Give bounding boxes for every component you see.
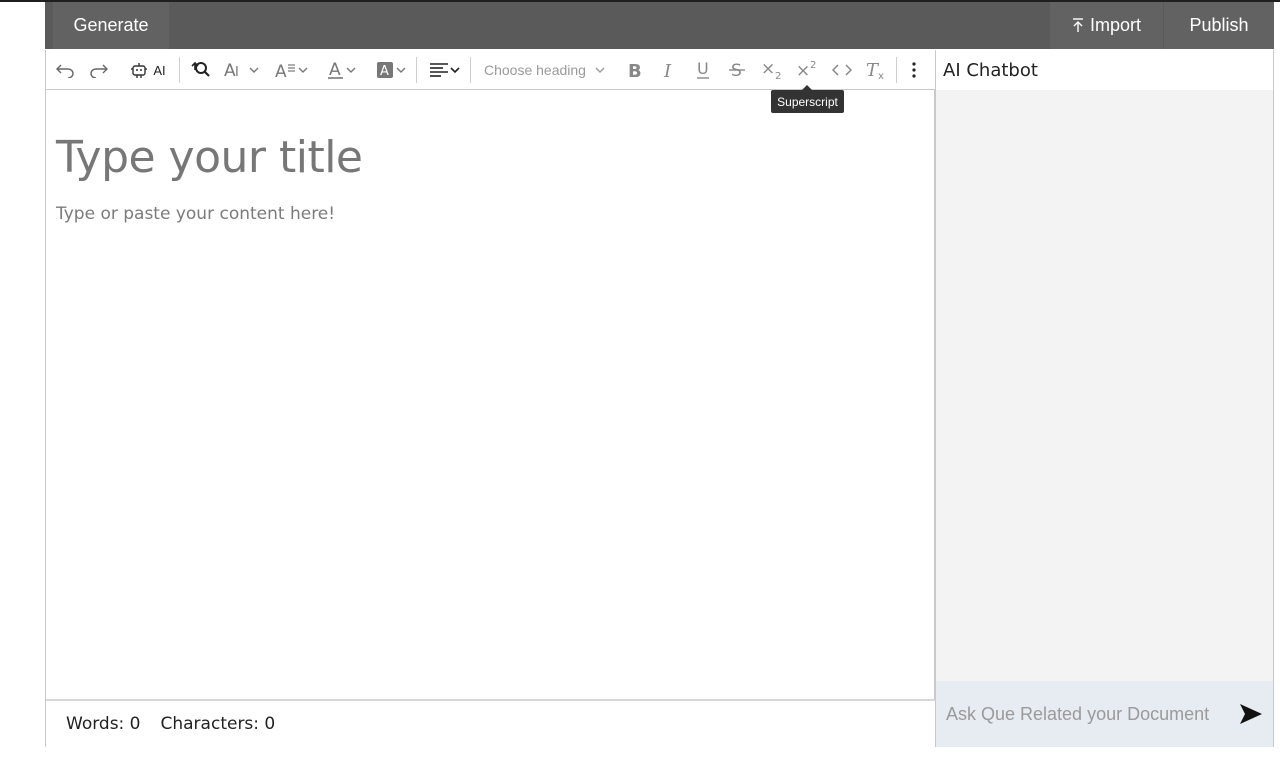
more-vertical-icon[interactable]	[904, 58, 924, 82]
chevron-down-icon	[248, 66, 260, 74]
heading-select[interactable]: Choose heading	[478, 58, 612, 82]
background-color-dropdown[interactable]: A	[371, 58, 411, 82]
word-count: Words: 0	[66, 714, 141, 734]
toolbar-separator	[896, 57, 897, 83]
chat-panel: AI Chatbot	[935, 50, 1274, 747]
chevron-down-icon	[449, 66, 461, 74]
superscript-tooltip: Superscript	[771, 85, 844, 113]
svg-text:U: U	[697, 60, 709, 78]
svg-text:A: A	[380, 64, 389, 79]
align-left-icon	[429, 62, 449, 78]
generate-button[interactable]: Generate	[53, 2, 169, 49]
chat-title: AI Chatbot	[936, 50, 1273, 90]
align-dropdown[interactable]	[424, 58, 466, 82]
svg-text:A: A	[275, 62, 287, 79]
ai-button[interactable]: AI	[128, 58, 168, 82]
italic-icon[interactable]: I	[658, 58, 680, 82]
svg-text:I: I	[663, 61, 672, 79]
chevron-down-icon	[345, 66, 357, 74]
remove-format-icon[interactable]: Tx	[864, 58, 888, 82]
bold-icon[interactable]: B	[624, 58, 646, 82]
svg-text:2: 2	[810, 60, 816, 71]
upload-icon	[1072, 18, 1084, 33]
ai-robot-icon	[130, 61, 148, 79]
svg-text:I: I	[235, 65, 239, 79]
find-replace-icon[interactable]	[188, 58, 212, 82]
chevron-down-icon	[594, 66, 606, 74]
heading-select-label: Choose heading	[484, 62, 586, 78]
chevron-down-icon	[395, 66, 407, 74]
character-count: Characters: 0	[160, 714, 276, 734]
status-bar: Words: 0 Characters: 0	[46, 699, 935, 747]
top-bar: Generate Import Publish	[45, 2, 1274, 49]
subscript-icon[interactable]: × 2	[760, 58, 784, 82]
strikethrough-icon[interactable]: S	[726, 58, 748, 82]
font-color-dropdown[interactable]: A	[322, 58, 362, 82]
chat-input-bar	[936, 681, 1273, 747]
editor-panel: AI AI A A A Choose heading B I U S × 2 ×…	[45, 50, 935, 747]
redo-icon[interactable]	[88, 58, 110, 82]
svg-text:A: A	[329, 60, 341, 80]
toolbar-separator	[416, 57, 417, 83]
send-icon[interactable]	[1238, 701, 1264, 727]
line-height-icon: A	[275, 61, 297, 79]
import-button[interactable]: Import	[1050, 2, 1163, 49]
import-button-label: Import	[1089, 15, 1141, 35]
underline-icon[interactable]: U	[692, 58, 714, 82]
document-title-placeholder[interactable]: Type your title	[56, 132, 363, 183]
code-icon[interactable]	[830, 58, 854, 82]
font-color-icon: A	[327, 60, 345, 80]
editor-toolbar: AI AI A A A Choose heading B I U S × 2 ×…	[46, 50, 935, 90]
font-size-icon: AI	[224, 61, 248, 79]
publish-button[interactable]: Publish	[1164, 2, 1274, 49]
svg-text:2: 2	[775, 71, 781, 80]
svg-text:B: B	[628, 61, 642, 79]
publish-button-label: Publish	[1189, 15, 1249, 35]
toolbar-separator	[179, 57, 180, 83]
font-size-dropdown[interactable]: AI	[222, 58, 262, 82]
svg-text:x: x	[878, 71, 884, 80]
ai-button-label: AI	[153, 62, 166, 78]
toolbar-separator	[470, 57, 471, 83]
document-body-placeholder[interactable]: Type or paste your content here!	[56, 204, 335, 224]
undo-icon[interactable]	[54, 58, 76, 82]
chat-input[interactable]	[946, 701, 1226, 727]
svg-text:×: ×	[796, 61, 810, 80]
svg-text:×: ×	[761, 60, 775, 79]
superscript-icon[interactable]: × 2	[795, 58, 819, 82]
generate-button-label: Generate	[73, 15, 149, 35]
chevron-down-icon	[297, 66, 309, 74]
background-color-icon: A	[375, 60, 395, 80]
line-height-dropdown[interactable]: A	[272, 58, 312, 82]
